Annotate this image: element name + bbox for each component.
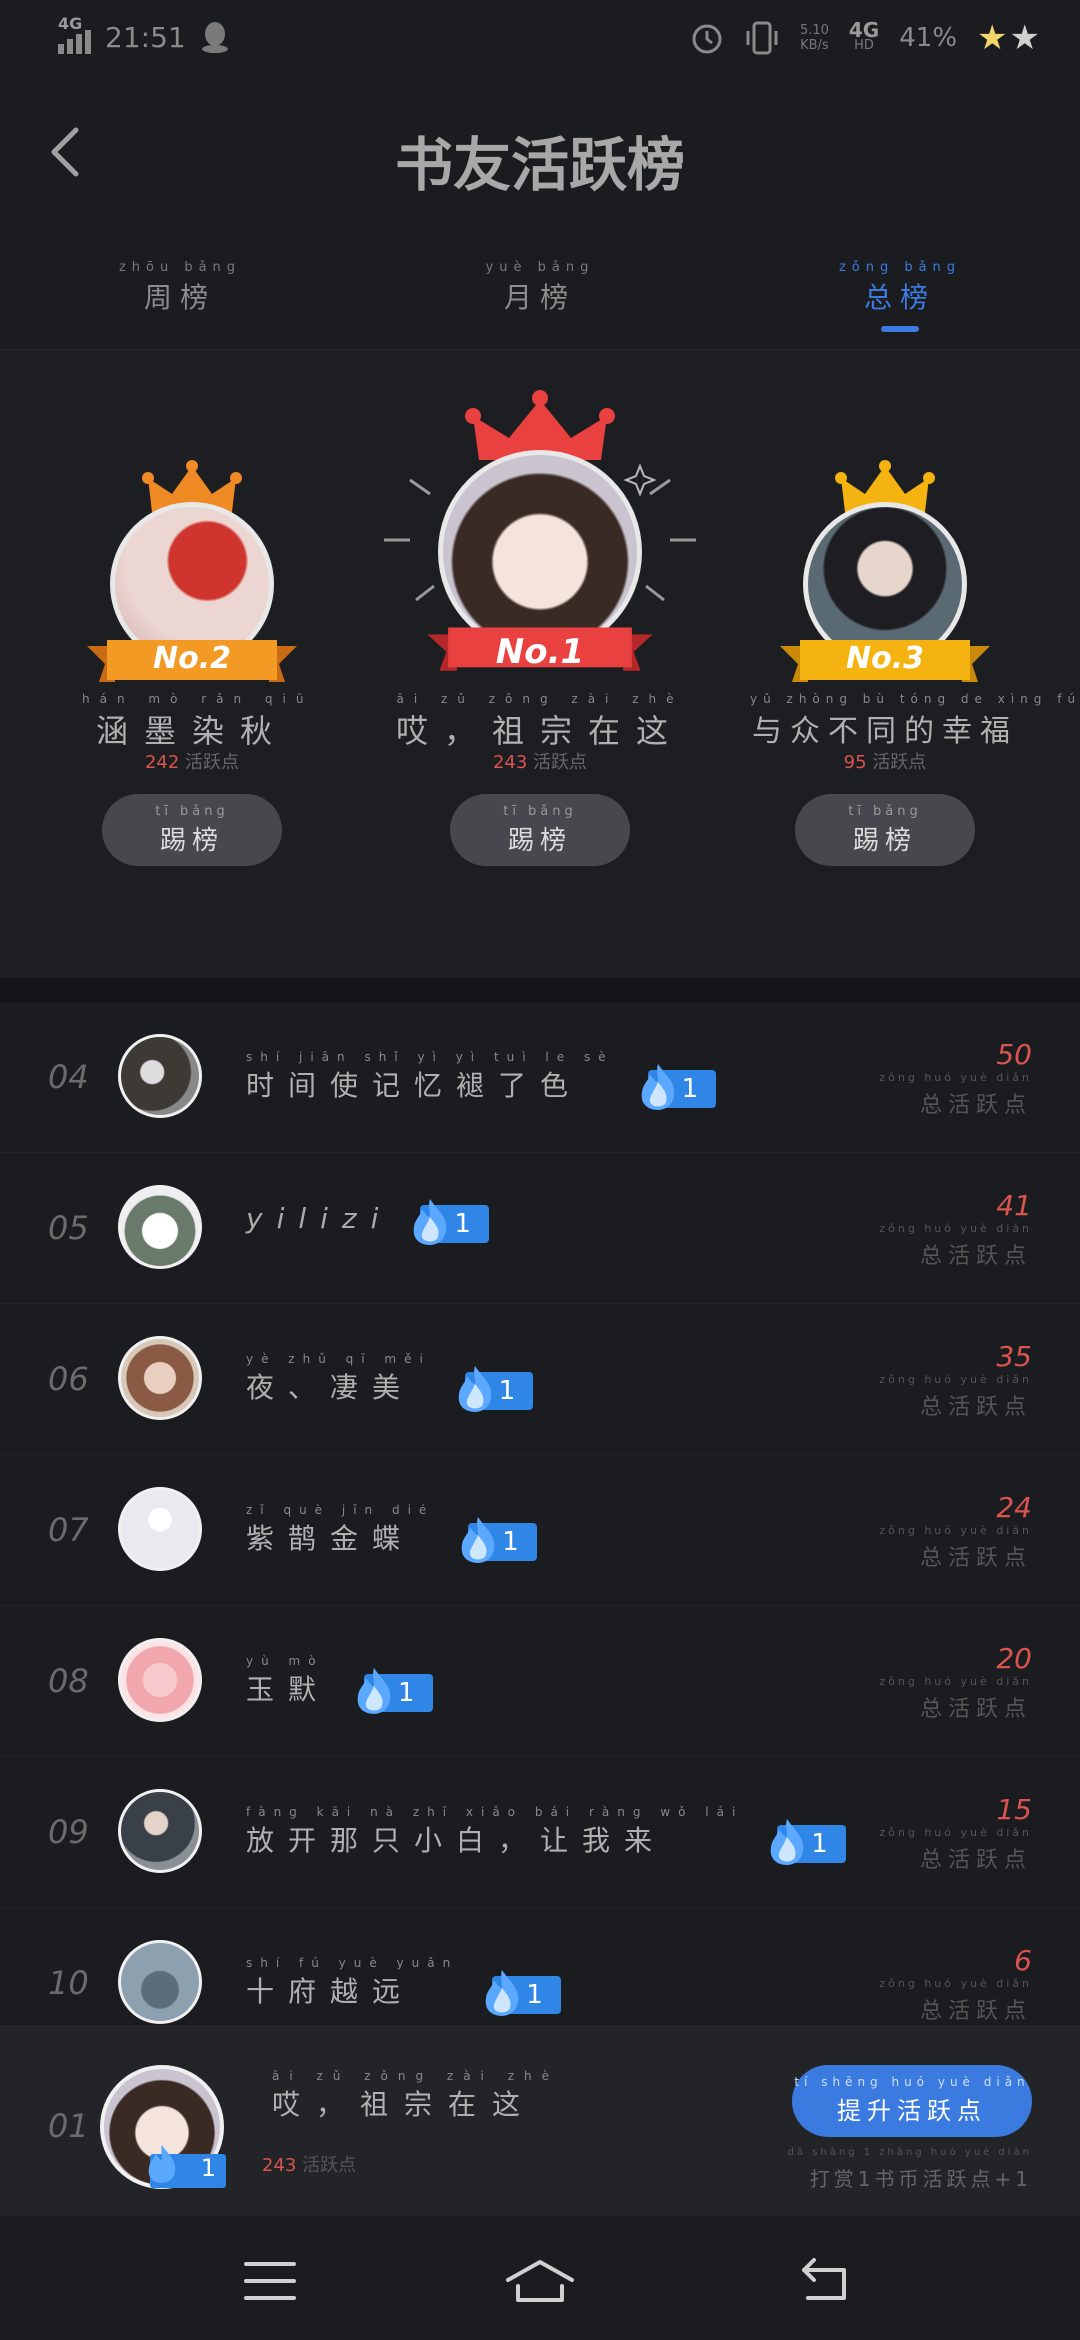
rank-number: 10 — [48, 1964, 89, 2002]
avatar[interactable] — [118, 1789, 202, 1873]
tab-total[interactable]: zǒng bǎng 总榜 — [720, 260, 1080, 349]
alarm-icon — [692, 24, 722, 54]
status-right: 5.10 KB/s 4G HD 41% ★ ★ — [690, 18, 1040, 58]
qq-icon — [201, 22, 228, 53]
signal-icon: 4G — [58, 14, 91, 54]
podium-third: No.3 yǔ zhòng bù tóng de xìng fú 与众不同的幸福… — [750, 460, 1080, 960]
podium-first: No.1 āi zǔ zǒng zài zhè 哎，祖宗在这 243 活跃点 t… — [380, 390, 700, 950]
rank-number: 08 — [48, 1662, 89, 1700]
avatar[interactable] — [118, 1940, 202, 2024]
rank-number: 05 — [48, 1209, 89, 1247]
row-score: 15 zǒng huó yuè diǎn 总活跃点 — [879, 1793, 1032, 1873]
fire-badge: 1 — [641, 1064, 717, 1110]
avatar[interactable] — [118, 1034, 202, 1118]
menu-icon[interactable] — [240, 2256, 300, 2306]
user-name: shí fú yuè yuǎn 十府越远 1 — [246, 1956, 561, 2016]
star-icon: ★ — [1009, 18, 1040, 58]
row-score: 20 zǒng huó yuè diǎn 总活跃点 — [879, 1642, 1032, 1722]
my-rank-bar: 01 1 āi zǔ zǒng zài zhè 哎，祖宗在这 243 活跃点 t… — [0, 2026, 1080, 2216]
my-rank-number: 01 — [48, 2107, 89, 2145]
my-score: 243 活跃点 — [262, 2155, 357, 2176]
star-icon: ★ — [977, 18, 1008, 58]
flame-icon — [148, 2145, 176, 2183]
flame-icon — [770, 1819, 804, 1865]
battery-level: 41% — [899, 23, 958, 53]
fire-badge: 1 — [770, 1819, 846, 1865]
avatar[interactable] — [118, 1638, 202, 1722]
avatar[interactable] — [118, 1185, 202, 1269]
podium-third-name: yǔ zhòng bù tóng de xìng fú 与众不同的幸福 — [750, 692, 1080, 749]
section-divider — [0, 978, 1080, 1002]
table-row[interactable]: 07 zǐ què jīn dié 紫鹊金蝶 1 24 zǒng huó yuè… — [0, 1455, 1080, 1606]
flame-icon — [485, 1970, 519, 2016]
avatar[interactable] — [118, 1487, 202, 1571]
avatar[interactable] — [118, 1336, 202, 1420]
return-icon[interactable] — [796, 2256, 856, 2306]
status-left: 4G 21:51 — [58, 14, 230, 54]
fire-badge: 1 — [485, 1970, 561, 2016]
podium-second-score: 242 活跃点 — [144, 752, 240, 773]
row-score: 50 zǒng huó yuè diǎn 总活跃点 — [879, 1038, 1032, 1118]
fire-badge: 1 — [414, 1199, 489, 1245]
net-speed: 5.10 KB/s — [799, 23, 829, 53]
tab-bar: zhōu bǎng 周榜 yuè bǎng 月榜 zǒng bǎng 总榜 — [0, 260, 1080, 350]
kick-button-third[interactable]: tī bǎng 踢榜 — [795, 794, 975, 866]
table-row[interactable]: 09 fàng kāi nà zhī xiǎo bái ràng wǒ lái … — [0, 1757, 1080, 1908]
row-score: 41 zǒng huó yuè diǎn 总活跃点 — [879, 1189, 1032, 1269]
flame-icon — [458, 1366, 492, 1412]
row-score: 24 zǒng huó yuè diǎn 总活跃点 — [879, 1491, 1032, 1571]
status-bar: 4G 21:51 5.10 KB/s 4G HD 41% ★ ★ — [0, 0, 1080, 80]
rank-number: 06 — [48, 1360, 89, 1398]
flame-icon — [357, 1668, 391, 1714]
header: 书友活跃榜 — [0, 100, 1080, 210]
podium-second: No.2 hán mò rǎn qiū 涵墨染秋 242 活跃点 tī bǎng… — [82, 460, 314, 960]
status-time: 21:51 — [105, 20, 186, 54]
tab-weekly[interactable]: zhōu bǎng 周榜 — [0, 260, 360, 349]
flame-icon — [461, 1517, 495, 1563]
podium: No.2 hán mò rǎn qiū 涵墨染秋 242 活跃点 tī bǎng… — [0, 350, 1080, 980]
podium-first-name: āi zǔ zǒng zài zhè 哎，祖宗在这 — [395, 692, 684, 750]
flame-icon — [414, 1199, 447, 1245]
kick-button-second[interactable]: tī bǎng 踢榜 — [102, 794, 282, 866]
rank-number: 09 — [48, 1813, 89, 1851]
flame-icon — [641, 1064, 674, 1110]
boost-activity-button[interactable]: tí shēng huó yuè diǎn 提升活跃点 — [792, 2065, 1032, 2137]
table-row[interactable]: 06 yè zhǔ qī měi 夜、凄美 1 35 zǒng huó yuè … — [0, 1304, 1080, 1455]
fire-badge: 1 — [458, 1366, 534, 1412]
system-nav-bar — [0, 2216, 1080, 2340]
rank-number: 07 — [48, 1511, 89, 1549]
user-name: fàng kāi nà zhī xiǎo bái ràng wǒ lái 放开那… — [246, 1805, 846, 1865]
fire-badge: 1 — [461, 1517, 537, 1563]
vibrate-icon — [746, 21, 778, 55]
user-name: yilizi 1 — [246, 1199, 489, 1245]
row-score: 6 zǒng huó yuè diǎn 总活跃点 — [879, 1944, 1032, 2024]
user-name: yù mò 玉默 1 — [246, 1654, 433, 1714]
rank-number: 04 — [48, 1058, 89, 1096]
table-row[interactable]: 05 yilizi 1 41 zǒng huó yuè diǎn 总活跃点 — [0, 1153, 1080, 1304]
podium-third-score: 95 活跃点 — [843, 752, 927, 773]
user-name: zǐ què jīn dié 紫鹊金蝶 1 — [246, 1503, 537, 1563]
page-title: 书友活跃榜 — [394, 131, 685, 199]
table-row[interactable]: 08 yù mò 玉默 1 20 zǒng huó yuè diǎn 总活跃点 — [0, 1606, 1080, 1757]
my-name: āi zǔ zǒng zài zhè 哎，祖宗在这 — [272, 2069, 559, 2121]
reward-hint: dǎ shǎng 1 zhāng huó yuè diǎn 打赏1书币活跃点+1 — [787, 2147, 1032, 2191]
kick-button-first[interactable]: tī bǎng 踢榜 — [450, 794, 630, 866]
network-type: 4G HD — [848, 18, 880, 53]
table-row[interactable]: 04 shí jiān shǐ yì yì tuì le sè 时间使记忆褪了色… — [0, 1002, 1080, 1153]
rank-list: 04 shí jiān shǐ yì yì tuì le sè 时间使记忆褪了色… — [0, 1002, 1080, 2059]
home-icon[interactable] — [504, 2256, 576, 2306]
user-name: shí jiān shǐ yì yì tuì le sè 时间使记忆褪了色 1 — [246, 1050, 717, 1110]
row-score: 35 zǒng huó yuè diǎn 总活跃点 — [879, 1340, 1032, 1420]
fire-badge: 1 — [357, 1668, 433, 1714]
user-name: yè zhǔ qī měi 夜、凄美 1 — [246, 1352, 534, 1412]
my-fire-badge: 1 — [148, 2145, 226, 2188]
tab-monthly[interactable]: yuè bǎng 月榜 — [360, 260, 720, 349]
podium-first-score: 243 活跃点 — [492, 752, 588, 773]
podium-second-name: hán mò rǎn qiū 涵墨染秋 — [82, 692, 314, 750]
